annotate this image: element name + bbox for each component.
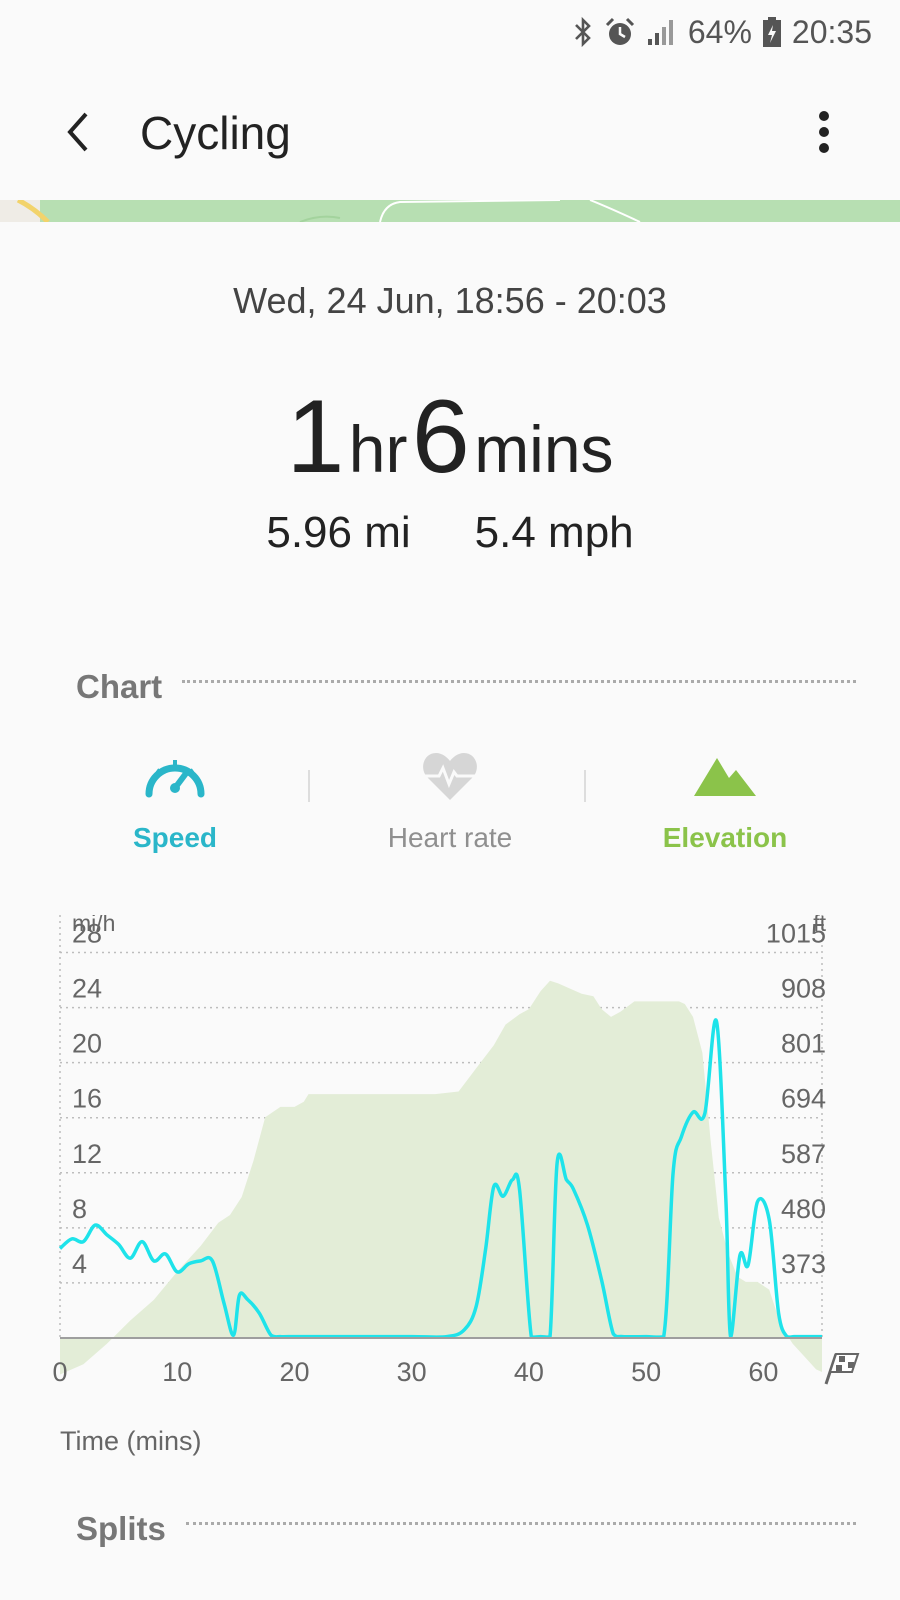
x-tick-label: 40 (514, 1357, 544, 1387)
y-left-tick-label: 24 (72, 974, 102, 1004)
section-divider (185, 1521, 856, 1525)
signal-icon (646, 17, 678, 47)
tab-speed-label: Speed (132, 822, 218, 853)
workout-stats: 5.96 mi 5.4 mph (0, 508, 900, 558)
mountain-icon (694, 758, 756, 796)
x-tick-label: 10 (162, 1357, 192, 1387)
chart-metric-tabs: Speed Heart rate Elevation (40, 750, 860, 860)
status-bar: 64% 20:35 (0, 0, 900, 64)
y-right-tick-label: 373 (781, 1249, 826, 1279)
duration-hours: 1 (286, 379, 345, 495)
x-tick-label: 20 (279, 1357, 309, 1387)
chart-section-title: Chart (76, 668, 163, 705)
page-title: Cycling (140, 107, 291, 159)
x-tick-label: 0 (52, 1357, 67, 1387)
splits-section-title: Splits (76, 1510, 166, 1547)
bluetooth-icon (572, 16, 594, 48)
workout-duration: 1 hr 6 mins (0, 378, 900, 497)
more-options-button[interactable] (804, 104, 844, 160)
tab-heart-rate[interactable]: Heart rate (320, 750, 580, 860)
splits-section-header: Splits (76, 1510, 856, 1548)
route-map[interactable] (0, 200, 900, 222)
x-tick-label: 50 (631, 1357, 661, 1387)
battery-charging-icon (762, 16, 782, 48)
x-tick-label: 60 (748, 1357, 778, 1387)
y-left-tick-label: 28 (72, 919, 102, 949)
duration-hours-unit: hr (348, 412, 408, 486)
y-left-tick-label: 8 (72, 1194, 87, 1224)
y-left-tick-label: 16 (72, 1084, 102, 1114)
more-vertical-icon (819, 111, 829, 153)
y-left-tick-label: 4 (72, 1249, 87, 1279)
x-axis-title: Time (mins) (60, 1426, 202, 1456)
y-right-tick-label: 1015 (766, 919, 826, 949)
tab-speed[interactable]: Speed (45, 750, 305, 860)
duration-minutes-unit: mins (474, 412, 614, 486)
tab-heart-rate-label: Heart rate (387, 822, 513, 853)
tab-divider (584, 770, 586, 802)
tab-divider (308, 770, 310, 802)
app-bar: Cycling (0, 80, 900, 184)
y-right-tick-label: 908 (781, 974, 826, 1004)
alarm-icon (604, 16, 636, 48)
elevation-area (60, 980, 822, 1375)
speedometer-icon (145, 760, 205, 798)
battery-percent: 64% (687, 13, 752, 50)
distance-value: 5.96 mi (266, 508, 411, 557)
speed-elevation-chart[interactable]: mi/h ft 4 8 12 16 20 24 28 373 480 587 694 801 908 1015… (0, 910, 900, 1475)
back-arrow-icon (67, 112, 88, 152)
section-divider (182, 679, 856, 683)
tab-elevation[interactable]: Elevation (595, 750, 855, 860)
avg-speed-value: 5.4 mph (474, 508, 634, 557)
chart-section-header: Chart (76, 668, 856, 706)
y-right-tick-label: 694 (781, 1084, 826, 1114)
workout-date-range: Wed, 24 Jun, 18:56 - 20:03 (233, 280, 667, 321)
y-left-tick-label: 12 (72, 1139, 102, 1169)
finish-flag-icon (824, 1353, 860, 1385)
y-right-tick-label: 587 (781, 1139, 826, 1169)
back-button[interactable] (50, 104, 106, 160)
clock-time: 20:35 (791, 13, 872, 50)
app-screen: 64% 20:35 Cycling Wed, 24 Jun, 18:56 - 2… (0, 0, 900, 1600)
x-tick-label: 30 (397, 1357, 427, 1387)
heart-rate-icon (423, 753, 477, 800)
y-right-tick-label: 480 (781, 1194, 826, 1224)
y-left-tick-label: 20 (72, 1029, 102, 1059)
duration-minutes: 6 (411, 379, 470, 495)
chart-canvas: mi/h ft4812162024283734805876948019081015… (52, 910, 860, 1456)
tab-elevation-label: Elevation (662, 822, 788, 853)
y-right-tick-label: 801 (781, 1029, 826, 1059)
